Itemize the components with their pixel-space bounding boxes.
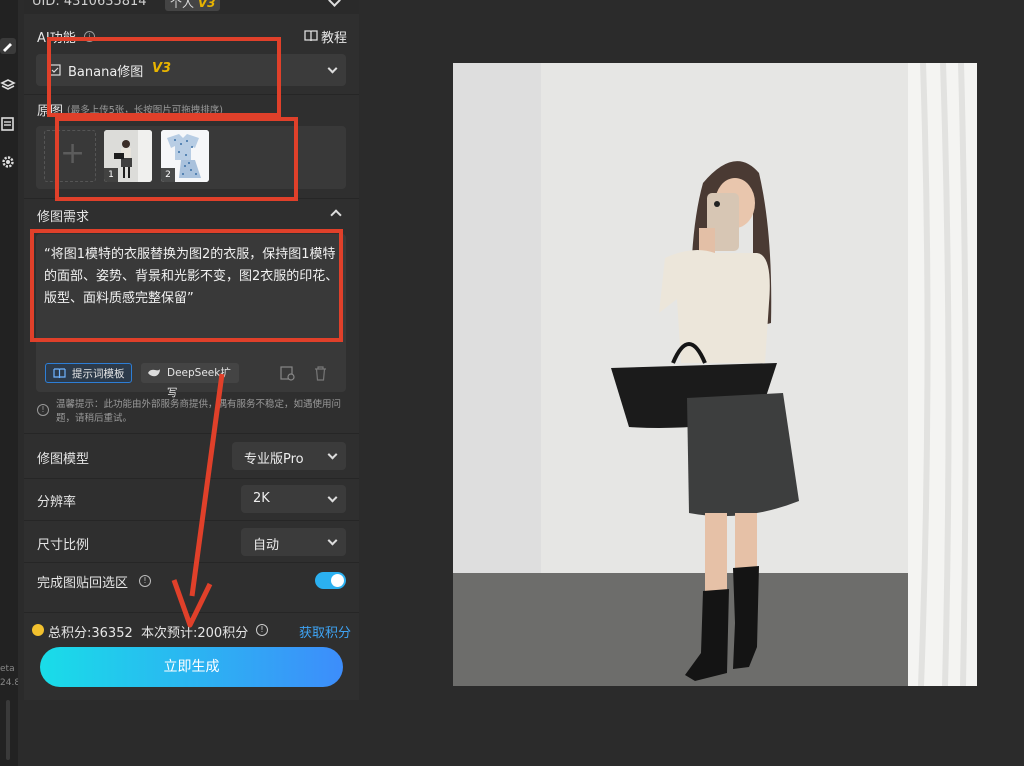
chevron-down-icon bbox=[327, 535, 338, 546]
ai-function-label: AI功能 bbox=[37, 31, 76, 46]
prompt-template-label: 提示词模板 bbox=[72, 368, 125, 380]
uid-text: UID: 4310635814 bbox=[32, 0, 147, 9]
info-icon: ! bbox=[139, 575, 151, 587]
result-photo bbox=[453, 63, 977, 686]
add-image-button[interactable]: + bbox=[44, 130, 96, 182]
chevron-down-icon bbox=[327, 492, 338, 503]
tool-rail: eta 24.8 bbox=[0, 0, 18, 766]
total-points: 总积分:36352 bbox=[48, 626, 133, 641]
trash-icon[interactable] bbox=[314, 366, 327, 381]
document-icon[interactable] bbox=[0, 116, 16, 132]
history-icon[interactable] bbox=[280, 366, 295, 381]
info-icon: i bbox=[84, 31, 95, 42]
ai-function-select[interactable]: Banana修图 V3 bbox=[36, 54, 346, 86]
book-icon[interactable] bbox=[304, 30, 318, 42]
prompt-template-button[interactable]: 提示词模板 bbox=[45, 363, 132, 383]
generate-button[interactable]: 立即生成 bbox=[40, 647, 343, 687]
layers-icon[interactable] bbox=[0, 77, 16, 93]
plus-icon: + bbox=[60, 136, 86, 171]
source-images-label: 原图 bbox=[37, 104, 64, 119]
ratio-select[interactable]: 自动 bbox=[241, 528, 346, 556]
plan-version: V3 bbox=[197, 0, 216, 10]
notice-icon: ! bbox=[37, 404, 49, 416]
resolution-select[interactable]: 2K bbox=[241, 485, 346, 513]
model-select[interactable]: 专业版Pro bbox=[232, 442, 346, 470]
image-thumb-1[interactable]: 1 bbox=[104, 130, 152, 182]
paste-back-toggle[interactable] bbox=[315, 572, 346, 589]
requirements-label: 修图需求 bbox=[37, 210, 90, 225]
resolution-label: 分辨率 bbox=[37, 495, 77, 510]
thumb-number: 1 bbox=[104, 168, 118, 182]
annotation-arrow bbox=[171, 373, 225, 628]
ai-function-selected: Banana修图 bbox=[68, 65, 144, 80]
divider bbox=[24, 198, 359, 199]
whale-icon bbox=[148, 369, 160, 377]
chevron-down-icon bbox=[327, 449, 338, 460]
paste-back-label: 完成图贴回选区 bbox=[37, 576, 129, 591]
plan-badge: 个人 V3 bbox=[165, 0, 221, 11]
chevron-down-icon bbox=[327, 63, 338, 74]
model-value: 专业版Pro bbox=[244, 452, 304, 467]
rail-scrollbar[interactable] bbox=[6, 700, 10, 760]
version-text: eta 24.8 bbox=[0, 664, 18, 688]
prompt-text[interactable]: “将图1模特的衣服替换为图2的衣服，保持图1模特的面部、姿势、背景和光影不变，图… bbox=[44, 244, 344, 310]
coin-icon bbox=[32, 624, 44, 636]
get-points-link[interactable]: 获取积分 bbox=[299, 622, 351, 641]
edit-icon[interactable] bbox=[0, 38, 16, 54]
divider bbox=[24, 94, 359, 95]
edit-square-icon bbox=[49, 64, 61, 76]
source-images-hint: (最多上传5张，长按图片可拖拽排序) bbox=[67, 105, 223, 116]
ai-function-version: V3 bbox=[152, 61, 172, 76]
ratio-value: 自动 bbox=[253, 538, 280, 553]
image-thumb-2[interactable]: 2 bbox=[161, 130, 209, 182]
resolution-value: 2K bbox=[253, 491, 270, 506]
photo-illustration bbox=[453, 63, 977, 686]
ratio-label: 尺寸比例 bbox=[37, 538, 90, 553]
plan-label: 个人 bbox=[170, 0, 195, 10]
thumb-number: 2 bbox=[161, 168, 175, 182]
tutorial-link[interactable]: 教程 bbox=[321, 27, 347, 46]
gear-icon[interactable] bbox=[0, 154, 16, 170]
info-icon: ! bbox=[256, 624, 268, 636]
model-label: 修图模型 bbox=[37, 452, 90, 467]
book-icon bbox=[53, 368, 66, 378]
